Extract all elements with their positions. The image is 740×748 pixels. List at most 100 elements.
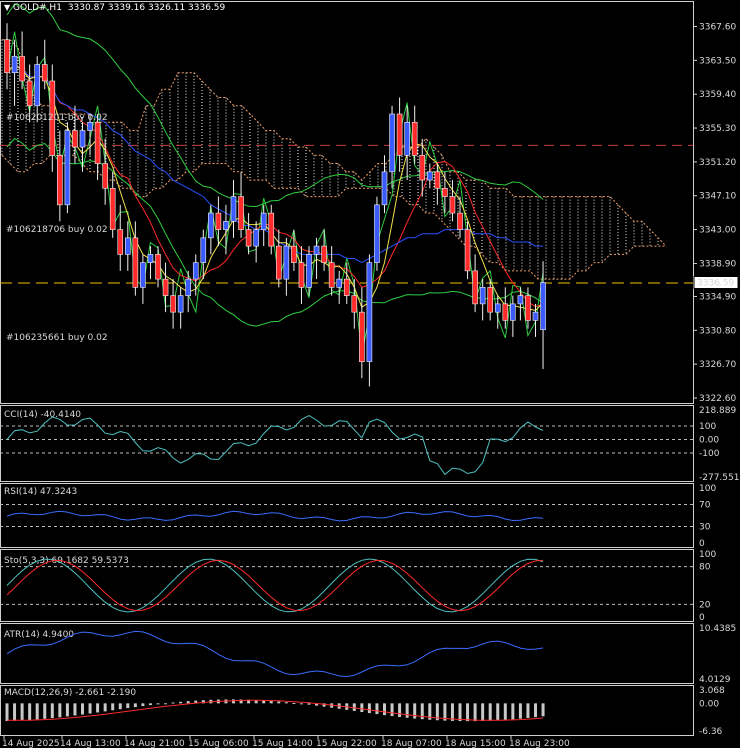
rsi-pane-frame xyxy=(0,483,694,548)
bull-candle[interactable] xyxy=(140,262,146,288)
price-scale-label-1: 3363.50 xyxy=(699,56,736,66)
macd-histogram-bar xyxy=(126,703,130,709)
bear-candle[interactable] xyxy=(245,229,252,247)
yellow-moving-average xyxy=(6,63,544,312)
bear-candle[interactable] xyxy=(321,245,327,263)
bear-candle[interactable] xyxy=(94,121,101,164)
bear-candle[interactable] xyxy=(487,287,494,313)
bear-candle[interactable] xyxy=(359,311,365,362)
bear-candle[interactable] xyxy=(268,212,275,247)
macd-histogram-bar xyxy=(503,703,507,720)
bear-candle[interactable] xyxy=(343,278,350,296)
bear-candle[interactable] xyxy=(419,154,426,181)
atr-pane-frame xyxy=(0,623,694,684)
bear-candle[interactable] xyxy=(291,245,297,263)
macd-histogram-bar xyxy=(141,703,145,707)
bear-candle[interactable] xyxy=(396,113,403,156)
cci-scale-label-2: 0.00 xyxy=(699,436,719,446)
bear-candle[interactable] xyxy=(19,55,25,82)
bear-candle[interactable] xyxy=(41,64,48,82)
bear-candle[interactable] xyxy=(170,295,176,313)
bull-candle[interactable] xyxy=(540,282,546,331)
bull-candle[interactable] xyxy=(177,295,184,313)
bear-candle[interactable] xyxy=(26,80,33,107)
bull-candle[interactable] xyxy=(125,237,131,255)
bull-candle[interactable] xyxy=(34,64,41,107)
bull-candle[interactable] xyxy=(260,212,267,230)
bear-candle[interactable] xyxy=(102,163,108,189)
bear-candle[interactable] xyxy=(132,237,139,288)
bear-candle[interactable] xyxy=(351,295,358,313)
macd-scale-label-2: -6.36 xyxy=(699,727,723,737)
bear-candle[interactable] xyxy=(72,130,78,148)
bear-candle[interactable] xyxy=(275,245,282,280)
bull-candle[interactable] xyxy=(192,262,199,280)
bear-candle[interactable] xyxy=(525,295,531,321)
bull-candle[interactable] xyxy=(283,245,290,280)
bear-candle[interactable] xyxy=(442,188,448,197)
bull-candle[interactable] xyxy=(147,254,154,263)
bull-candle[interactable] xyxy=(426,171,433,181)
bull-candle[interactable] xyxy=(223,221,229,230)
bull-candle[interactable] xyxy=(510,303,516,321)
atr-line xyxy=(6,630,544,678)
bull-candle[interactable] xyxy=(479,287,486,305)
bear-candle[interactable] xyxy=(238,196,244,230)
bull-candle[interactable] xyxy=(79,130,86,148)
green-oscillating-line xyxy=(6,31,544,356)
price-scale-label-9: 3330.80 xyxy=(699,326,736,336)
macd-signal-line xyxy=(6,699,544,721)
bull-candle[interactable] xyxy=(366,262,373,362)
bear-candle[interactable] xyxy=(4,39,10,74)
bear-candle[interactable] xyxy=(57,154,63,206)
bear-candle[interactable] xyxy=(457,212,463,230)
bear-candle[interactable] xyxy=(449,196,456,214)
bull-candle[interactable] xyxy=(381,171,388,206)
macd-label: MACD(12,26,9) -2.661 -2.190 xyxy=(4,688,136,698)
bull-candle[interactable] xyxy=(87,121,93,131)
time-axis-label-2: 14 Aug 21:00 xyxy=(124,739,185,748)
bear-candle[interactable] xyxy=(328,262,335,288)
bull-candle[interactable] xyxy=(230,196,237,222)
time-axis-label-5: 15 Aug 22:00 xyxy=(316,739,377,748)
bull-candle[interactable] xyxy=(389,113,395,173)
bear-candle[interactable] xyxy=(162,278,169,296)
bear-candle[interactable] xyxy=(215,212,222,230)
bear-candle[interactable] xyxy=(502,303,509,321)
bull-candle[interactable] xyxy=(494,303,501,313)
collapse-triangle-icon[interactable]: ▼ xyxy=(4,3,10,12)
bull-candle[interactable] xyxy=(200,237,207,263)
macd-histogram-bar xyxy=(35,703,39,720)
atr-scale-label-0: 10.4385 xyxy=(699,624,736,634)
bear-candle[interactable] xyxy=(472,270,478,305)
macd-histogram-bar xyxy=(481,703,485,721)
bull-candle[interactable] xyxy=(208,212,214,239)
macd-histogram-bar xyxy=(496,703,500,721)
bull-candle[interactable] xyxy=(253,229,259,247)
bear-candle[interactable] xyxy=(411,121,418,156)
bear-candle[interactable] xyxy=(155,254,161,280)
macd-histogram-bar xyxy=(28,703,32,720)
bull-candle[interactable] xyxy=(404,121,410,156)
bear-candle[interactable] xyxy=(464,229,471,272)
bull-candle[interactable] xyxy=(185,278,191,296)
bear-candle[interactable] xyxy=(109,188,116,230)
macd-histogram-bar xyxy=(179,701,183,704)
bull-candle[interactable] xyxy=(532,311,539,321)
bear-candle[interactable] xyxy=(298,262,305,288)
cci-label: CCI(14) -40.4140 xyxy=(4,410,81,420)
bull-candle[interactable] xyxy=(517,295,524,305)
bull-candle[interactable] xyxy=(11,55,18,74)
price-scale-label-10: 3326.70 xyxy=(699,360,736,370)
bull-candle[interactable] xyxy=(306,254,312,288)
price-scale-label-2: 3359.40 xyxy=(699,90,736,100)
bear-candle[interactable] xyxy=(434,171,441,189)
macd-histogram-bar xyxy=(118,703,122,710)
bull-candle[interactable] xyxy=(313,245,320,255)
bull-candle[interactable] xyxy=(64,130,71,206)
bull-candle[interactable] xyxy=(336,278,343,288)
bear-candle[interactable] xyxy=(117,229,124,255)
bull-candle[interactable] xyxy=(374,204,380,263)
chart-area[interactable]: 3367.60 3363.50 3359.40 3355.30 3351.20 3347.… xyxy=(0,0,740,748)
price-scale-label-7: 3338.90 xyxy=(699,259,736,269)
